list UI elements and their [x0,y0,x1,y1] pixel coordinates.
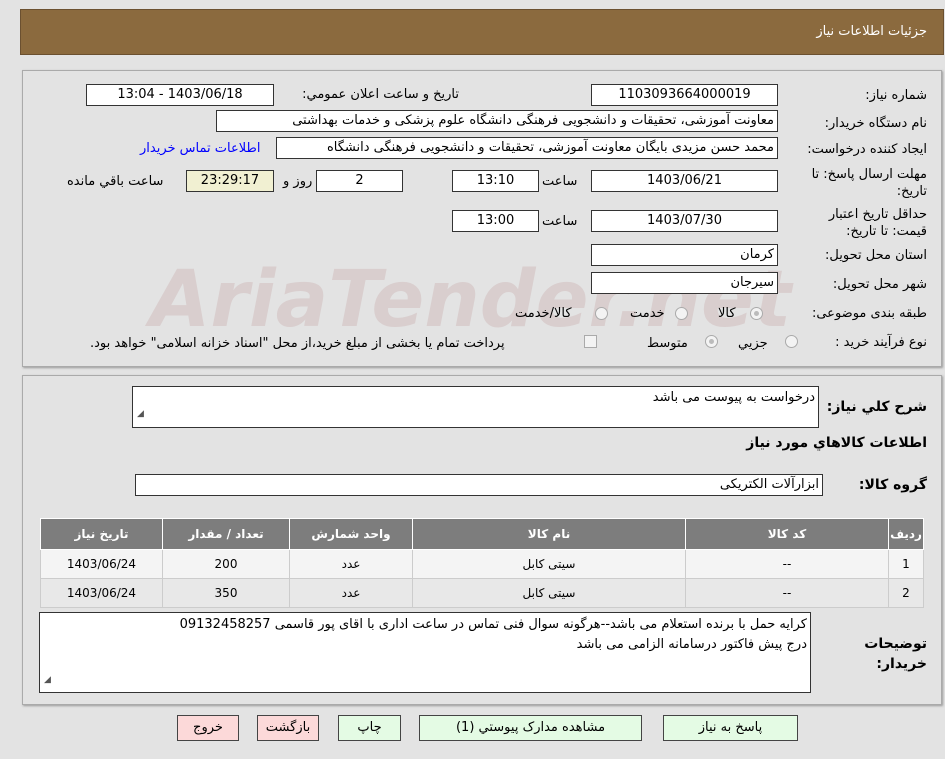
creator-label: ایجاد کننده درخواست: [807,142,927,157]
deadline-time-label: ساعت [542,174,578,189]
need-number-field: 1103093664000019 [591,84,778,106]
cell-name: سیتی کابل [412,549,686,579]
deadline-label: مهلت ارسال پاسخ: تا تاریخ: [811,167,927,199]
summary-field[interactable]: درخواست به پیوست می باشد ◢ [132,386,819,428]
summary-text: درخواست به پیوست می باشد [652,390,815,405]
cell-name: سیتی کابل [412,578,686,608]
category-radio-service[interactable] [675,307,688,320]
print-button[interactable]: چاپ [338,715,401,741]
goods-group-label: گروه کالا: [858,477,927,493]
col-row: ردیف [888,518,924,550]
days-field: 2 [316,170,403,192]
buyer-notes-line: درج پیش فاکتور درسامانه الزامی می باشد [576,637,807,652]
table-row: 1 -- سیتی کابل عدد 200 1403/06/24 [40,549,924,579]
announce-field: 1403/06/18 - 13:04 [86,84,274,106]
cell-qty: 200 [162,549,290,579]
table-header-row: ردیف کد کالا نام کالا واحد شمارش تعداد /… [40,518,924,550]
cell-row: 1 [888,549,924,579]
page-title: جزئیات اطلاعات نیاز [816,24,927,39]
process-label: نوع فرآیند خرید : [835,335,927,350]
watermark: AriaTender.net [150,255,792,345]
cell-unit: عدد [289,578,413,608]
process-option-medium-label: متوسط [647,336,688,351]
validity-label: حداقل تاریخ اعتبار قیمت: تا تاریخ: [828,207,927,239]
cell-code: -- [685,549,889,579]
cell-unit: عدد [289,549,413,579]
city-label: شهر محل تحویل: [832,277,927,292]
category-radio-goods[interactable] [750,307,763,320]
buyer-notes-label: توضیحات خریدار: [864,636,927,672]
cell-date: 1403/06/24 [40,549,163,579]
need-number-label: شماره نیاز: [865,88,927,103]
deadline-date-field: 1403/06/21 [591,170,778,192]
province-label: استان محل تحویل: [825,248,927,263]
buyer-org-label: نام دستگاه خریدار: [824,116,927,131]
validity-time-label: ساعت [542,214,578,229]
category-option-goods-service-label: کالا/خدمت [515,306,572,321]
goods-group-field: ابزارآلات الکتریکی [135,474,823,496]
province-field: کرمان [591,244,778,266]
col-unit: واحد شمارش [289,518,413,550]
buyer-contact-link[interactable]: اطلاعات تماس خریدار [140,141,260,156]
col-date: تاریخ نیاز [40,518,163,550]
goods-table: ردیف کد کالا نام کالا واحد شمارش تعداد /… [40,518,924,608]
col-qty: تعداد / مقدار [162,518,290,550]
process-radio-medium[interactable] [705,335,718,348]
table-row: 2 -- سیتی کابل عدد 350 1403/06/24 [40,578,924,608]
resize-grip-icon[interactable]: ◢ [44,670,51,690]
buyer-notes-line: کرایه حمل با برنده استعلام می باشد--هرگو… [179,617,807,632]
buyer-notes-field[interactable]: کرایه حمل با برنده استعلام می باشد--هرگو… [39,612,811,693]
process-radio-minor[interactable] [785,335,798,348]
cell-code: -- [685,578,889,608]
category-label: طبقه بندی موضوعی: [811,306,927,321]
exit-button[interactable]: خروج [177,715,239,741]
cell-row: 2 [888,578,924,608]
summary-label: شرح کلي نیاز: [826,399,927,415]
process-option-minor-label: جزیي [738,336,768,351]
remaining-label: ساعت باقي مانده [67,174,164,189]
resize-grip-icon[interactable]: ◢ [137,403,144,425]
validity-date-field: 1403/07/30 [591,210,778,232]
days-label: روز و [283,174,313,189]
creator-field: محمد حسن مزیدی بایگان معاونت آموزشی، تحق… [276,137,778,159]
cell-date: 1403/06/24 [40,578,163,608]
city-field: سیرجان [591,272,778,294]
treasury-note: پرداخت تمام یا بخشی از مبلغ خرید،از محل … [90,336,505,351]
deadline-time-field: 13:10 [452,170,539,192]
view-attachments-button[interactable]: مشاهده مدارک پیوستي (1) [419,715,642,741]
back-button[interactable]: بازگشت [257,715,319,741]
buyer-org-field: معاونت آموزشی، تحقیقات و دانشجویی فرهنگی… [216,110,778,132]
page-header: جزئیات اطلاعات نیاز [20,9,944,55]
category-option-goods-label: کالا [718,306,736,321]
validity-time-field: 13:00 [452,210,539,232]
category-option-service-label: خدمت [630,306,665,321]
goods-info-title: اطلاعات کالاهاي مورد نیاز [746,435,927,451]
remaining-time-field: 23:29:17 [186,170,274,192]
category-radio-goods-service[interactable] [595,307,608,320]
announce-label: تاریخ و ساعت اعلان عمومي: [302,87,459,102]
col-code: کد کالا [685,518,889,550]
col-name: نام کالا [412,518,686,550]
cell-qty: 350 [162,578,290,608]
reply-button[interactable]: پاسخ به نیاز [663,715,798,741]
treasury-checkbox[interactable] [584,335,597,348]
